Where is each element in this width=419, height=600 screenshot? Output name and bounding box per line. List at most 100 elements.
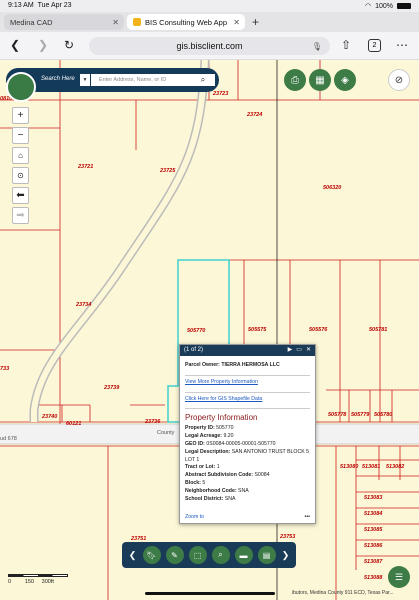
road-label: County <box>157 430 175 436</box>
parcel-label: 505779 <box>351 412 370 418</box>
info-row: Legal Description: SAN ANTONIO TRUST BLO… <box>185 448 309 463</box>
parcel-label: 513087 <box>364 559 383 565</box>
info-row: Property ID: 505770 <box>185 425 234 432</box>
parcel-label: 513088 <box>364 575 383 581</box>
locate-icon[interactable]: ⊙ <box>12 167 29 184</box>
property-popup: (1 of 2) ▶ ▭ ✕ Parcel Owner: TIERRA HERM… <box>179 344 316 524</box>
favicon-icon <box>133 18 141 26</box>
parcel-label: 505575 <box>248 327 267 333</box>
tab-bar: Medina CAD ✕ BIS Consulting Web App ✕ + <box>0 12 419 32</box>
parcel-label: 505780 <box>374 412 393 418</box>
back-arrow-icon[interactable]: ⬅ <box>12 187 29 204</box>
road-label: ud 678 <box>0 436 17 442</box>
scale-tick: 300ft <box>41 579 54 585</box>
zoom-to-link[interactable]: Zoom to <box>185 514 204 520</box>
tab-label: BIS Consulting Web App <box>145 17 227 27</box>
popup-pager: (1 of 2) <box>184 347 204 353</box>
parcel-label: 23736 <box>145 419 161 425</box>
tab-medina-cad[interactable]: Medina CAD ✕ <box>4 14 124 30</box>
map-attribution: ibutors, Medina County 911 ECD, Texas Pa… <box>292 590 394 596</box>
map-view[interactable]: 08100 23723 23724 23721 23725 506320 237… <box>0 60 419 600</box>
draw-icon[interactable]: ✎ <box>165 546 184 564</box>
status-time: 9:13 AM Tue Apr 23 <box>8 2 72 9</box>
close-icon[interactable]: ✕ <box>306 345 311 356</box>
parcel-label: 513081 <box>362 464 381 470</box>
bookmark-icon[interactable]: 🔖︎ <box>142 546 161 564</box>
wifi-icon: ◠ <box>364 3 372 10</box>
layers-icon[interactable]: ◈ <box>334 69 356 91</box>
status-bar: 9:13 AM Tue Apr 23 ◠ 100% <box>0 0 419 12</box>
dock-icon[interactable]: ▭ <box>296 345 302 356</box>
tab-bis-consulting[interactable]: BIS Consulting Web App ✕ <box>127 14 245 30</box>
scale-bar: 0 150 300ft <box>8 574 68 585</box>
more-icon[interactable]: ⋯ <box>396 38 408 52</box>
parcel-label: 506320 <box>323 185 342 191</box>
scale-bar-graphic <box>8 574 68 577</box>
tabs-overview-button[interactable]: 2 <box>368 39 381 52</box>
parcel-label: 513080 <box>340 464 359 470</box>
parcel-label: 23734 <box>76 302 92 308</box>
print-icon[interactable]: ⎙ <box>284 69 306 91</box>
info-row: Legal Acreage: 9.20 <box>185 433 234 440</box>
select-icon[interactable]: ⬚ <box>188 546 207 564</box>
info-row: School District: SNA <box>185 495 236 502</box>
back-icon[interactable]: ❮ <box>10 38 20 52</box>
scale-tick: 150 <box>24 579 35 585</box>
search-map-icon[interactable]: ⌕ <box>211 546 230 564</box>
eye-slash-icon[interactable]: ⊘ <box>388 69 410 91</box>
measure-icon[interactable]: ▬ <box>234 546 253 564</box>
chevron-down-icon[interactable]: ▼ <box>80 74 90 86</box>
info-row: Block: 5 <box>185 479 206 486</box>
battery-label: 100% <box>375 2 393 10</box>
chevron-left-icon[interactable]: ❮ <box>128 546 138 564</box>
search-icon[interactable]: ⌕ <box>191 74 215 86</box>
parcel-label: 513086 <box>364 543 383 549</box>
new-tab-icon[interactable]: + <box>252 15 259 29</box>
parcel-label: 513083 <box>364 495 383 501</box>
parcel-label: 23753 <box>280 534 296 540</box>
forward-icon[interactable]: ❯ <box>38 38 48 52</box>
more-options-icon[interactable]: ••• <box>305 514 310 520</box>
share-icon[interactable]: ⇧ <box>341 38 351 52</box>
close-tab-icon[interactable]: ✕ <box>233 18 240 27</box>
reload-icon[interactable]: ↻ <box>64 38 74 52</box>
grid-icon[interactable]: ▦ <box>309 69 331 91</box>
parcel-label: 23724 <box>247 112 263 118</box>
info-row: Tract or Lot: 1 <box>185 464 220 471</box>
parcel-label: 513085 <box>364 527 383 533</box>
logo-icon[interactable] <box>6 72 36 102</box>
close-tab-icon[interactable]: ✕ <box>112 18 119 27</box>
info-row: Neighborhood Code: SNA <box>185 487 249 494</box>
view-more-link[interactable]: View More Property Information <box>185 379 310 387</box>
shapefile-link[interactable]: Click Here for GIS Shapefile Data <box>185 396 310 404</box>
home-icon[interactable]: ⌂ <box>12 147 29 164</box>
search-input[interactable]: Enter Address, Name, or ID <box>91 74 191 86</box>
parcel-label: 513082 <box>386 464 405 470</box>
parcel-label: 23740 <box>42 414 58 420</box>
forward-arrow-icon[interactable]: ➡ <box>12 207 29 224</box>
tab-label: Medina CAD <box>10 17 53 27</box>
parcel-label: 733 <box>0 366 10 372</box>
parcel-owner: Parcel Owner: TIERRA HERMOSA LLC <box>185 362 280 368</box>
print-map-icon[interactable]: ▤ <box>257 546 276 564</box>
info-row: Abstract Subdivision Code: S0084 <box>185 472 270 479</box>
parcel-label: 513084 <box>364 511 383 517</box>
search-label: Search Here <box>41 76 75 82</box>
parcel-label: 23725 <box>160 168 176 174</box>
info-row: GEO ID: 0S0084-00005-00001-505770 <box>185 440 276 447</box>
home-indicator <box>145 592 275 595</box>
parcel-label: 23723 <box>213 91 229 97</box>
mic-icon[interactable]: 🎙 <box>312 42 322 51</box>
property-info-heading: Property Information <box>185 413 258 423</box>
bottom-toolbar: ❮ 🔖︎ ✎ ⬚ ⌕ ▬ ▤ ❯ <box>122 542 296 568</box>
chevron-right-icon[interactable]: ❯ <box>281 546 291 564</box>
list-icon[interactable]: ☰ <box>388 566 410 588</box>
popup-header: (1 of 2) ▶ ▭ ✕ <box>180 345 315 356</box>
zoom-in-icon[interactable]: + <box>12 107 29 124</box>
url-field[interactable]: gis.bisclient.com 🎙 <box>89 37 330 55</box>
parcel-label: 505781 <box>369 327 388 333</box>
parcel-label: 505770 <box>187 328 206 334</box>
zoom-out-icon[interactable]: − <box>12 127 29 144</box>
next-icon[interactable]: ▶ <box>288 345 293 356</box>
parcel-label: 505576 <box>309 327 328 333</box>
